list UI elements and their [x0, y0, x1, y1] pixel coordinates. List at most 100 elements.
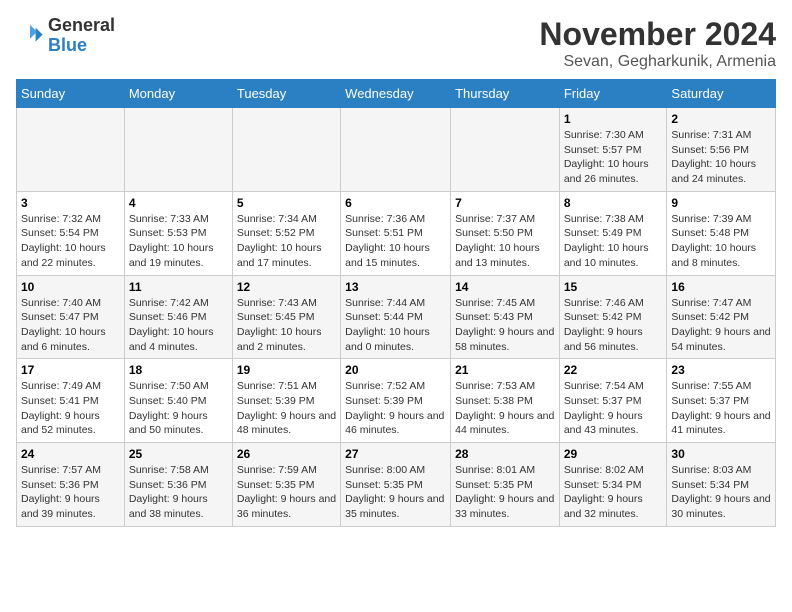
- day-number: 11: [129, 280, 228, 294]
- day-cell: 27 Sunrise: 8:00 AMSunset: 5:35 PMDayligh…: [341, 443, 451, 527]
- day-info: Sunrise: 7:37 AMSunset: 5:50 PMDaylight:…: [455, 212, 555, 271]
- day-number: 17: [21, 363, 120, 377]
- day-info: Sunrise: 7:51 AMSunset: 5:39 PMDaylight:…: [237, 379, 336, 438]
- day-cell: 15 Sunrise: 7:46 AMSunset: 5:42 PMDayligh…: [559, 275, 667, 359]
- day-info: Sunrise: 8:03 AMSunset: 5:34 PMDaylight:…: [671, 463, 771, 522]
- day-number: 21: [455, 363, 555, 377]
- day-cell: 19 Sunrise: 7:51 AMSunset: 5:39 PMDayligh…: [232, 359, 340, 443]
- day-info: Sunrise: 7:53 AMSunset: 5:38 PMDaylight:…: [455, 379, 555, 438]
- day-info: Sunrise: 7:40 AMSunset: 5:47 PMDaylight:…: [21, 296, 120, 355]
- day-info: Sunrise: 7:45 AMSunset: 5:43 PMDaylight:…: [455, 296, 555, 355]
- day-number: 16: [671, 280, 771, 294]
- day-header-tuesday: Tuesday: [232, 80, 340, 108]
- week-row-4: 17 Sunrise: 7:49 AMSunset: 5:41 PMDayligh…: [17, 359, 776, 443]
- day-cell: 21 Sunrise: 7:53 AMSunset: 5:38 PMDayligh…: [451, 359, 560, 443]
- day-number: 29: [564, 447, 663, 461]
- day-cell: 3 Sunrise: 7:32 AMSunset: 5:54 PMDaylight…: [17, 191, 125, 275]
- day-info: Sunrise: 7:47 AMSunset: 5:42 PMDaylight:…: [671, 296, 771, 355]
- logo: General Blue: [16, 16, 115, 56]
- day-number: 19: [237, 363, 336, 377]
- day-cell: 18Sunrise: 7:50 AMSunset: 5:40 PMDayligh…: [124, 359, 232, 443]
- day-info: Sunrise: 7:30 AMSunset: 5:57 PMDaylight:…: [564, 128, 663, 187]
- day-info: Sunrise: 8:00 AMSunset: 5:35 PMDaylight:…: [345, 463, 446, 522]
- day-cell: 16 Sunrise: 7:47 AMSunset: 5:42 PMDayligh…: [667, 275, 776, 359]
- day-cell: 20Sunrise: 7:52 AMSunset: 5:39 PMDayligh…: [341, 359, 451, 443]
- day-cell: 4 Sunrise: 7:33 AMSunset: 5:53 PMDaylight…: [124, 191, 232, 275]
- day-number: 4: [129, 196, 228, 210]
- logo-blue: Blue: [48, 35, 87, 55]
- day-cell: 22 Sunrise: 7:54 AMSunset: 5:37 PMDayligh…: [559, 359, 667, 443]
- day-info: Sunrise: 7:33 AMSunset: 5:53 PMDaylight:…: [129, 212, 228, 271]
- day-number: 22: [564, 363, 663, 377]
- day-info: Sunrise: 7:58 AMSunset: 5:36 PMDaylight:…: [129, 463, 228, 522]
- header-row: SundayMondayTuesdayWednesdayThursdayFrid…: [17, 80, 776, 108]
- day-cell: 8 Sunrise: 7:38 AMSunset: 5:49 PMDaylight…: [559, 191, 667, 275]
- day-info: Sunrise: 7:31 AMSunset: 5:56 PMDaylight:…: [671, 128, 771, 187]
- day-info: Sunrise: 7:55 AMSunset: 5:37 PMDaylight:…: [671, 379, 771, 438]
- day-number: 25: [129, 447, 228, 461]
- day-cell: 2 Sunrise: 7:31 AMSunset: 5:56 PMDaylight…: [667, 108, 776, 192]
- day-number: 3: [21, 196, 120, 210]
- day-cell: 1Sunrise: 7:30 AMSunset: 5:57 PMDaylight…: [559, 108, 667, 192]
- day-info: Sunrise: 7:59 AMSunset: 5:35 PMDaylight:…: [237, 463, 336, 522]
- day-number: 15: [564, 280, 663, 294]
- week-row-1: 1Sunrise: 7:30 AMSunset: 5:57 PMDaylight…: [17, 108, 776, 192]
- day-number: 5: [237, 196, 336, 210]
- day-number: 26: [237, 447, 336, 461]
- day-number: 7: [455, 196, 555, 210]
- week-row-2: 3 Sunrise: 7:32 AMSunset: 5:54 PMDaylight…: [17, 191, 776, 275]
- day-header-thursday: Thursday: [451, 80, 560, 108]
- day-info: Sunrise: 7:39 AMSunset: 5:48 PMDaylight:…: [671, 212, 771, 271]
- day-cell: 23Sunrise: 7:55 AMSunset: 5:37 PMDayligh…: [667, 359, 776, 443]
- day-number: 2: [671, 112, 771, 126]
- day-cell: 14Sunrise: 7:45 AMSunset: 5:43 PMDayligh…: [451, 275, 560, 359]
- day-cell: 25 Sunrise: 7:58 AMSunset: 5:36 PMDayligh…: [124, 443, 232, 527]
- day-cell: 11Sunrise: 7:42 AMSunset: 5:46 PMDayligh…: [124, 275, 232, 359]
- day-info: Sunrise: 7:57 AMSunset: 5:36 PMDaylight:…: [21, 463, 120, 522]
- location: Sevan, Gegharkunik, Armenia: [539, 53, 776, 71]
- day-number: 6: [345, 196, 446, 210]
- day-info: Sunrise: 7:34 AMSunset: 5:52 PMDaylight:…: [237, 212, 336, 271]
- day-number: 27: [345, 447, 446, 461]
- day-number: 24: [21, 447, 120, 461]
- month-title: November 2024: [539, 16, 776, 53]
- day-cell: [124, 108, 232, 192]
- day-cell: 30 Sunrise: 8:03 AMSunset: 5:34 PMDayligh…: [667, 443, 776, 527]
- day-number: 9: [671, 196, 771, 210]
- day-cell: 12Sunrise: 7:43 AMSunset: 5:45 PMDayligh…: [232, 275, 340, 359]
- day-number: 12: [237, 280, 336, 294]
- day-info: Sunrise: 8:01 AMSunset: 5:35 PMDaylight:…: [455, 463, 555, 522]
- day-number: 30: [671, 447, 771, 461]
- day-info: Sunrise: 7:32 AMSunset: 5:54 PMDaylight:…: [21, 212, 120, 271]
- day-info: Sunrise: 7:49 AMSunset: 5:41 PMDaylight:…: [21, 379, 120, 438]
- week-row-5: 24 Sunrise: 7:57 AMSunset: 5:36 PMDayligh…: [17, 443, 776, 527]
- day-cell: 6 Sunrise: 7:36 AMSunset: 5:51 PMDaylight…: [341, 191, 451, 275]
- title-area: November 2024 Sevan, Gegharkunik, Armeni…: [539, 16, 776, 71]
- day-info: Sunrise: 7:50 AMSunset: 5:40 PMDaylight:…: [129, 379, 228, 438]
- day-cell: 5 Sunrise: 7:34 AMSunset: 5:52 PMDaylight…: [232, 191, 340, 275]
- day-number: 20: [345, 363, 446, 377]
- day-header-sunday: Sunday: [17, 80, 125, 108]
- day-cell: 29Sunrise: 8:02 AMSunset: 5:34 PMDayligh…: [559, 443, 667, 527]
- day-info: Sunrise: 7:36 AMSunset: 5:51 PMDaylight:…: [345, 212, 446, 271]
- day-cell: [451, 108, 560, 192]
- day-cell: [341, 108, 451, 192]
- day-cell: 10 Sunrise: 7:40 AMSunset: 5:47 PMDayligh…: [17, 275, 125, 359]
- day-info: Sunrise: 7:44 AMSunset: 5:44 PMDaylight:…: [345, 296, 446, 355]
- week-row-3: 10 Sunrise: 7:40 AMSunset: 5:47 PMDayligh…: [17, 275, 776, 359]
- day-info: Sunrise: 7:38 AMSunset: 5:49 PMDaylight:…: [564, 212, 663, 271]
- day-number: 13: [345, 280, 446, 294]
- day-cell: 13 Sunrise: 7:44 AMSunset: 5:44 PMDayligh…: [341, 275, 451, 359]
- day-number: 8: [564, 196, 663, 210]
- day-info: Sunrise: 7:54 AMSunset: 5:37 PMDaylight:…: [564, 379, 663, 438]
- day-cell: [232, 108, 340, 192]
- day-cell: 26 Sunrise: 7:59 AMSunset: 5:35 PMDayligh…: [232, 443, 340, 527]
- day-header-wednesday: Wednesday: [341, 80, 451, 108]
- day-header-friday: Friday: [559, 80, 667, 108]
- day-cell: 9 Sunrise: 7:39 AMSunset: 5:48 PMDaylight…: [667, 191, 776, 275]
- day-number: 28: [455, 447, 555, 461]
- day-number: 10: [21, 280, 120, 294]
- day-cell: 24 Sunrise: 7:57 AMSunset: 5:36 PMDayligh…: [17, 443, 125, 527]
- day-cell: 7 Sunrise: 7:37 AMSunset: 5:50 PMDaylight…: [451, 191, 560, 275]
- day-info: Sunrise: 7:46 AMSunset: 5:42 PMDaylight:…: [564, 296, 663, 355]
